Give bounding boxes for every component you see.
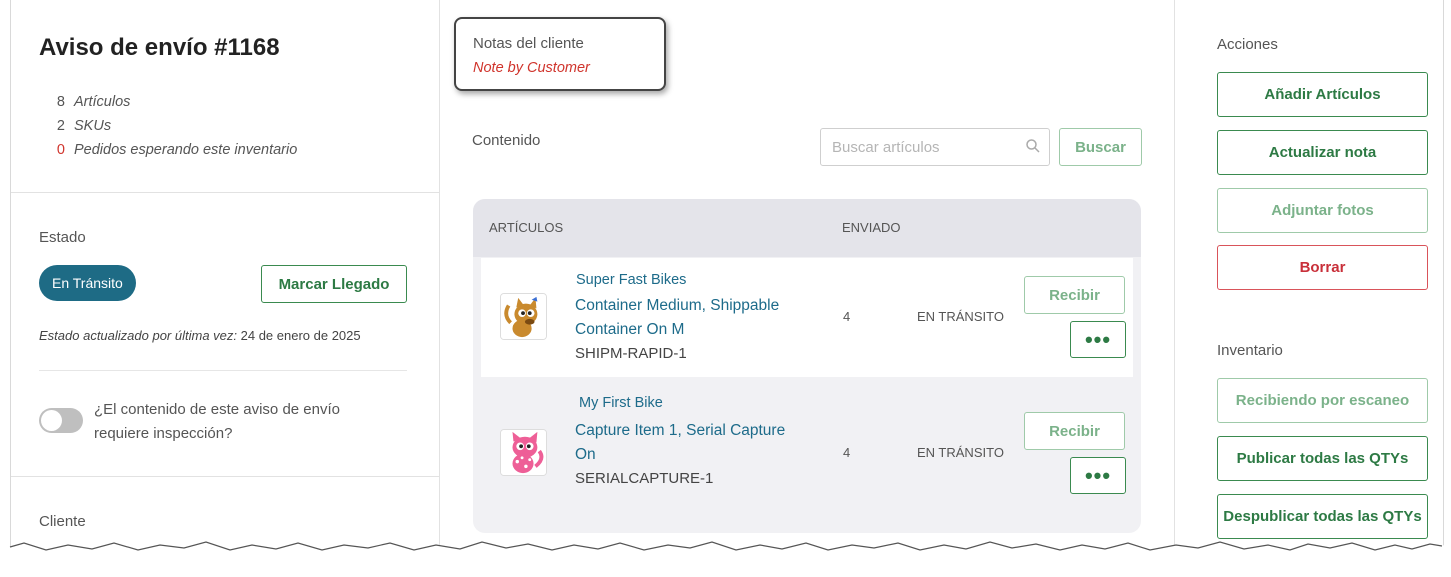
page-title: Aviso de envío #1168 — [39, 34, 280, 61]
contents-label: Contenido — [472, 132, 541, 149]
column-header-shipped: ENVIADO — [842, 220, 901, 235]
publish-all-qtys-button[interactable]: Publicar todas las QTYs — [1217, 436, 1428, 481]
status-label: Estado — [39, 229, 86, 246]
item-status: EN TRÁNSITO — [917, 445, 1004, 460]
status-badge: En Tránsito — [39, 265, 136, 301]
product-thumbnail — [500, 293, 547, 340]
shipped-qty: 4 — [843, 445, 851, 460]
stat-skus-label: SKUs — [74, 118, 112, 134]
customer-notes-title: Notas del cliente — [473, 35, 584, 52]
inspection-question: ¿El contenido de este aviso de envío req… — [94, 401, 340, 442]
product-thumbnail — [500, 429, 547, 476]
shipment-summary-panel: Aviso de envío #1168 8 Artículos 2 SKUs … — [11, 0, 440, 560]
product-name-link[interactable]: Container Medium, Shippable Container On… — [575, 294, 805, 342]
receive-button[interactable]: Recibir — [1024, 412, 1125, 450]
table-header: ARTÍCULOS ENVIADO — [473, 199, 1141, 257]
shipment-notice-page: Aviso de envío #1168 8 Artículos 2 SKUs … — [10, 0, 1444, 561]
inspection-toggle[interactable] — [39, 408, 83, 433]
receive-button[interactable]: Recibir — [1024, 276, 1125, 314]
table-row: Super Fast Bikes Container Medium, Shipp… — [481, 258, 1133, 377]
cartoon-cat-image — [501, 430, 546, 475]
search-input[interactable] — [821, 129, 1032, 165]
items-table: ARTÍCULOS ENVIADO Super Fast Bikes Conta… — [473, 199, 1141, 533]
column-header-items: ARTÍCULOS — [489, 220, 564, 235]
product-sku: SERIALCAPTURE-1 — [575, 470, 714, 487]
stat-items: 8 Artículos — [39, 90, 297, 114]
stat-skus-count: 2 — [56, 118, 65, 134]
search-icon — [1026, 139, 1040, 153]
shipment-stats: 8 Artículos 2 SKUs 0 Pedidos esperando e… — [39, 90, 297, 162]
item-status: EN TRÁNSITO — [917, 309, 1004, 324]
product-sku: SHIPM-RAPID-1 — [575, 345, 687, 362]
cartoon-cat-image — [501, 294, 546, 339]
stat-pending-orders-label: Pedidos esperando este inventario — [74, 142, 298, 158]
shipped-qty: 4 — [843, 309, 851, 324]
shipment-contents-panel: Notas del cliente Note by Customer Conte… — [440, 0, 1175, 560]
stat-items-label: Artículos — [74, 94, 131, 110]
status-updated-date: 24 de enero de 2025 — [240, 328, 361, 343]
attach-photos-button[interactable]: Adjuntar fotos — [1217, 188, 1428, 233]
product-brand-link[interactable]: Super Fast Bikes — [576, 272, 686, 288]
customer-notes-text: Note by Customer — [473, 60, 590, 76]
status-updated-text: Estado actualizado por última vez: 24 de… — [39, 328, 361, 343]
table-row: My First Bike Capture Item 1, Serial Cap… — [481, 379, 1133, 529]
inventory-label: Inventario — [1217, 342, 1283, 359]
actions-panel: Acciones Añadir Artículos Actualizar not… — [1175, 0, 1443, 560]
stat-pending-orders-count: 0 — [56, 142, 65, 158]
stat-skus: 2 SKUs — [39, 114, 297, 138]
search-field — [820, 128, 1050, 166]
stat-pending-orders: 0 Pedidos esperando este inventario — [39, 138, 297, 162]
more-options-button[interactable]: ••• — [1070, 457, 1126, 494]
divider — [11, 476, 439, 477]
search-button[interactable]: Buscar — [1059, 128, 1142, 166]
divider — [11, 192, 439, 193]
product-name-link[interactable]: Capture Item 1, Serial Capture On — [575, 419, 805, 467]
torn-edge-decoration — [0, 541, 1451, 577]
delete-button[interactable]: Borrar — [1217, 245, 1428, 290]
status-updated-prefix: Estado actualizado por última vez: — [39, 328, 237, 343]
mark-arrived-button[interactable]: Marcar Llegado — [261, 265, 407, 303]
customer-notes-box: Notas del cliente Note by Customer — [454, 17, 666, 91]
scan-receive-button[interactable]: Recibiendo por escaneo — [1217, 378, 1428, 423]
product-brand-link[interactable]: My First Bike — [579, 395, 663, 411]
add-items-button[interactable]: Añadir Artículos — [1217, 72, 1428, 117]
stat-items-count: 8 — [56, 94, 65, 110]
toggle-knob — [41, 410, 62, 431]
update-note-button[interactable]: Actualizar nota — [1217, 130, 1428, 175]
more-options-button[interactable]: ••• — [1070, 321, 1126, 358]
divider — [39, 370, 407, 371]
actions-label: Acciones — [1217, 36, 1278, 53]
